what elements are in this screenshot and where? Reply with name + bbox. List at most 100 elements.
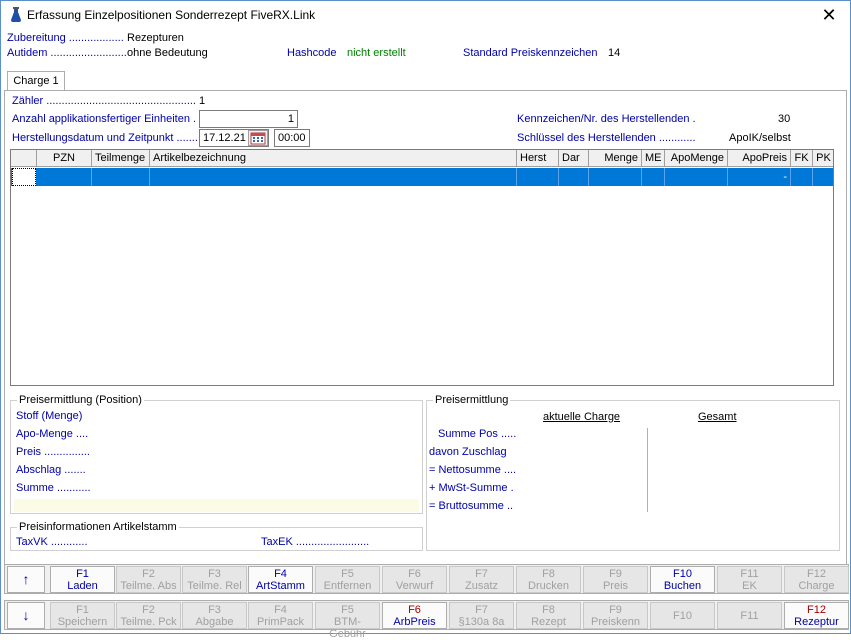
col-me[interactable]: ME [642, 150, 665, 167]
cell-menge[interactable] [589, 168, 642, 186]
stoff-label: Stoff (Menge) [16, 410, 83, 422]
f12-label: Charge [798, 580, 835, 592]
f4-key: F4 [274, 568, 287, 580]
table-row[interactable]: - [11, 168, 833, 186]
zubereitung-label: Zubereitung .................. [7, 32, 124, 44]
cell-pzn[interactable] [37, 168, 92, 186]
col-herst[interactable]: Herst [517, 150, 559, 167]
col-pzn[interactable]: PZN [37, 150, 92, 167]
cell-apomenge[interactable] [665, 168, 728, 186]
abschlag-label: Abschlag ....... [16, 464, 86, 476]
dialog-content: Zubereitung .................. Rezepture… [1, 29, 850, 640]
preis-label: Preis ............... [16, 446, 90, 458]
f6-label: Verwurf [395, 580, 434, 592]
f1-speichern-button[interactable]: F1 Speichern [50, 602, 115, 629]
f10-button[interactable]: F10 [650, 602, 715, 629]
f6-key: F6 [408, 568, 421, 580]
f5-key: F5 [341, 568, 354, 580]
arrow-up-button[interactable]: ↑ [7, 566, 45, 593]
col-artikelbezeichnung[interactable]: Artikelbezeichnung [150, 150, 517, 167]
close-button[interactable]: ✕ [808, 1, 850, 29]
preiskennzeichen-label: Standard Preiskennzeichen [463, 47, 598, 59]
cell-fk[interactable] [791, 168, 813, 186]
col-select[interactable] [11, 150, 37, 167]
positions-grid[interactable]: PZN Teilmenge Artikelbezeichnung Herst D… [10, 149, 834, 386]
arrow-down-button[interactable]: ↓ [7, 602, 45, 629]
app-icon [11, 7, 21, 22]
f11-key: F11 [740, 568, 759, 580]
f8-drucken-button[interactable]: F8 Drucken [516, 566, 581, 593]
cell-dar[interactable] [559, 168, 589, 186]
autidem-label: Autidem ......................... [7, 47, 127, 59]
cell-herst[interactable] [517, 168, 559, 186]
anzahl-input[interactable]: 1 [199, 110, 298, 128]
f2-teilme-pck-button[interactable]: F2 Teilme. Pck [116, 602, 181, 629]
col-teilmenge[interactable]: Teilmenge [92, 150, 150, 167]
f11-key: F11 [740, 610, 759, 622]
apomenge-label: Apo-Menge .... [16, 428, 89, 440]
f12-key: F12 [807, 568, 826, 580]
aktuelle-charge-header: aktuelle Charge [543, 411, 621, 423]
f9-key: F9 [609, 568, 622, 580]
nettosumme-label: = Nettosumme .... [429, 464, 517, 476]
cell-pk[interactable] [813, 168, 833, 186]
f12-charge-button[interactable]: F12 Charge [784, 566, 849, 593]
f12-rezeptur-button[interactable]: F12 Rezeptur [784, 602, 849, 629]
zaehler-value: 1 [199, 95, 206, 107]
bruttosumme-label: = Bruttosumme .. [429, 500, 514, 512]
f9-preis-button[interactable]: F9 Preis [583, 566, 648, 593]
taxek-label: TaxEK ........................ [261, 536, 370, 548]
cell-me[interactable] [642, 168, 665, 186]
f2-label: Teilme. Pck [120, 616, 177, 628]
f2-teilme-abs-button[interactable]: F2 Teilme. Abs [116, 566, 181, 593]
zaehler-label: Zähler .................................… [12, 95, 196, 107]
col-fk[interactable]: FK [791, 150, 813, 167]
tab-charge-1[interactable]: Charge 1 [7, 71, 65, 91]
function-bar-1: ↑ F1 Laden F2 Teilme. Abs F3 Teilme. Rel F4… [4, 564, 849, 594]
f6-arbpreis-button[interactable]: F6 ArbPreis [382, 602, 447, 629]
f9-label: Preis [602, 580, 629, 592]
f2-key: F2 [142, 568, 155, 580]
f11-button[interactable]: F11 [717, 602, 782, 629]
f5-btm-gebuehr-button[interactable]: F5 BTM-Gebühr [315, 602, 380, 640]
schluessel-label: Schlüssel des Herstellenden ............ [517, 132, 696, 144]
f3-abgabe-button[interactable]: F3 Abgabe [182, 602, 247, 629]
f9-preiskenn-button[interactable]: F9 Preiskenn [583, 602, 648, 629]
f4-primpack-button[interactable]: F4 PrimPack [248, 602, 313, 629]
window-title: Erfassung Einzelpositionen Sonderrezept … [27, 8, 316, 22]
f4-artstamm-button[interactable]: F4 ArtStamm [248, 566, 313, 593]
col-menge[interactable]: Menge [589, 150, 642, 167]
kennzeichen-label: Kennzeichen/Nr. des Herstellenden . [517, 113, 696, 125]
col-dar[interactable]: Dar [559, 150, 589, 167]
f10-buchen-button[interactable]: F10 Buchen [650, 566, 715, 593]
cell-teilmenge[interactable] [92, 168, 150, 186]
calendar-button[interactable] [248, 130, 268, 146]
f1-laden-button[interactable]: F1 Laden [50, 566, 115, 593]
col-pk[interactable]: PK [813, 150, 833, 167]
cell-artikelbezeichnung[interactable] [150, 168, 517, 186]
col-apopreis[interactable]: ApoPreis [728, 150, 791, 167]
f7-130a-button[interactable]: F7 §130a 8a [449, 602, 514, 629]
col-apomenge[interactable]: ApoMenge [665, 150, 728, 167]
f8-key: F8 [542, 604, 555, 616]
cell-apopreis[interactable]: - [728, 168, 791, 186]
f3-key: F3 [208, 604, 221, 616]
preisinformationen-title: Preisinformationen Artikelstamm [17, 521, 179, 533]
title-bar: Erfassung Einzelpositionen Sonderrezept … [1, 1, 850, 29]
f7-label: Zusatz [464, 580, 498, 592]
f8-rezept-button[interactable]: F8 Rezept [516, 602, 581, 629]
f7-zusatz-button[interactable]: F7 Zusatz [449, 566, 514, 593]
zeit-input[interactable]: 00:00 [274, 129, 310, 147]
f7-key: F7 [475, 568, 488, 580]
f3-teilme-rel-button[interactable]: F3 Teilme. Rel [182, 566, 247, 593]
f3-label: Abgabe [195, 616, 234, 628]
f1-key: F1 [76, 604, 89, 616]
row-select-cell[interactable] [12, 168, 36, 186]
f11-ek-button[interactable]: F11 EK [717, 566, 782, 593]
f6-verwurf-button[interactable]: F6 Verwurf [382, 566, 447, 593]
f5-entfernen-button[interactable]: F5 Entfernen [315, 566, 380, 593]
summe-label: Summe ........... [16, 482, 91, 494]
function-bar-2: ↓ F1 Speichern F2 Teilme. Pck F3 Abgabe F4 P… [4, 600, 849, 640]
f1-label: Speichern [57, 616, 108, 628]
f3-label: Teilme. Rel [187, 580, 242, 592]
